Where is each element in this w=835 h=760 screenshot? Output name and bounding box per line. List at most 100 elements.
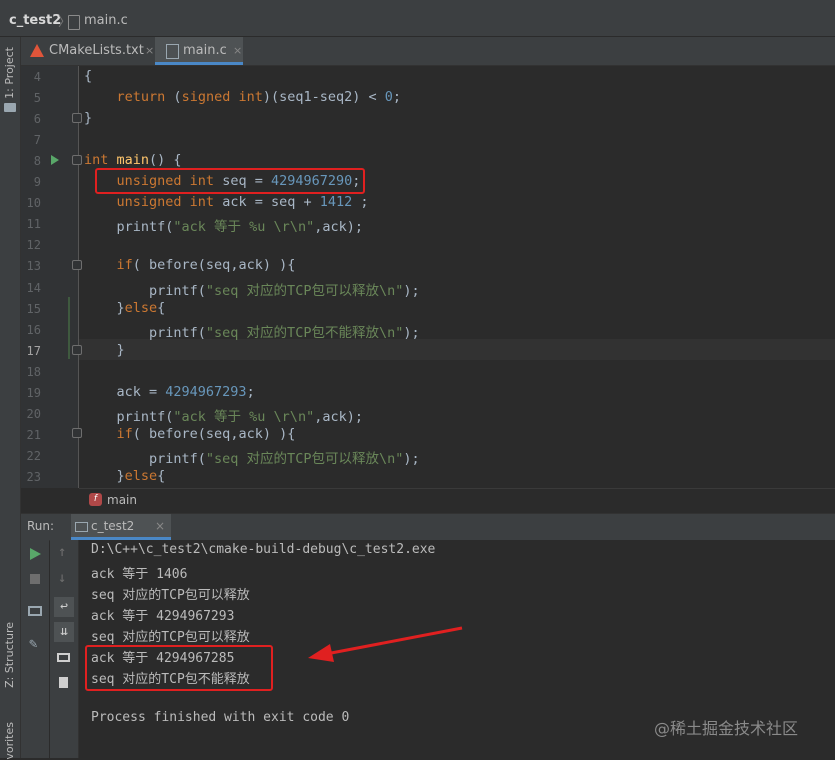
current-line-highlight xyxy=(79,339,835,360)
code-token: ; xyxy=(246,383,255,400)
fold-marker-icon[interactable] xyxy=(72,155,82,165)
line-number: 11 xyxy=(26,217,41,232)
line-number: 5 xyxy=(33,91,41,106)
tab-label: main.c xyxy=(183,43,227,58)
fold-marker-icon[interactable] xyxy=(72,345,82,355)
change-marker xyxy=(68,297,70,359)
code-line: int main() { xyxy=(84,152,182,168)
console-icon xyxy=(75,522,88,532)
code-line: return (signed int)(seq1-seq2) < 0; xyxy=(84,89,402,106)
rerun-icon[interactable] xyxy=(30,548,41,560)
line-number: 16 xyxy=(26,322,41,337)
code-token: int xyxy=(84,152,109,169)
code-token: } xyxy=(84,341,125,358)
code-token: ack = seq + xyxy=(214,194,320,211)
function-breadcrumb[interactable]: f main xyxy=(79,488,835,513)
console-line: Process finished with exit code 0 xyxy=(91,710,350,725)
line-number: 13 xyxy=(26,259,41,274)
line-number: 8 xyxy=(33,154,41,169)
annotation-arrow-icon xyxy=(308,626,463,662)
fold-marker-icon[interactable] xyxy=(72,260,82,270)
close-icon[interactable]: × xyxy=(155,519,165,533)
code-token: 1412 xyxy=(319,194,353,211)
close-icon[interactable]: × xyxy=(145,37,154,65)
left-tool-strip: 1: Project Z: Structure vorites xyxy=(0,37,21,760)
tab-cmakelists[interactable]: CMakeLists.txt × xyxy=(21,37,154,65)
arrow-up-icon[interactable]: ↑ xyxy=(58,544,66,560)
console-line: seq 对应的TCP包可以释放 xyxy=(91,588,250,603)
line-number: 18 xyxy=(26,364,41,379)
soft-wrap-icon[interactable]: ↩ xyxy=(54,597,74,617)
code-token: } xyxy=(84,299,125,316)
code-line: if( before(seq,ack) ){ xyxy=(84,257,296,274)
code-line: { xyxy=(84,68,92,84)
code-token: printf( xyxy=(84,282,206,299)
editor-tab-bar: CMakeLists.txt × main.c × xyxy=(21,37,835,66)
arrow-down-icon[interactable]: ↓ xyxy=(58,570,66,586)
line-number: 22 xyxy=(26,448,41,463)
layout-icon[interactable] xyxy=(28,606,42,616)
code-token: main xyxy=(116,152,150,169)
code-token: printf( xyxy=(84,324,206,341)
code-token: ,ack); xyxy=(314,408,363,425)
code-token: return xyxy=(116,89,166,106)
code-line: }else{ xyxy=(84,467,166,484)
trash-icon[interactable] xyxy=(59,677,68,688)
code-token: )(seq1-seq2) < xyxy=(262,89,385,106)
code-token: unsigned int xyxy=(116,194,215,211)
code-line: printf("ack 等于 %u \r\n",ack); xyxy=(84,405,363,425)
folder-icon xyxy=(4,103,16,112)
run-tab-c-test2[interactable]: c_test2 × xyxy=(71,514,171,540)
code-token: "seq 对应的TCP包可以释放\n" xyxy=(205,450,404,467)
editor-gutter xyxy=(21,66,79,488)
code-token: } xyxy=(84,110,93,127)
code-token: } xyxy=(84,467,125,484)
fold-marker-icon[interactable] xyxy=(72,113,82,123)
line-number: 12 xyxy=(26,238,41,253)
code-token: signed int xyxy=(181,89,263,106)
line-number: 21 xyxy=(26,427,41,442)
tab-main-c[interactable]: main.c × xyxy=(155,37,243,65)
structure-tool-button[interactable]: Z: Structure xyxy=(3,622,16,688)
code-token: () { xyxy=(149,152,182,169)
close-icon[interactable]: × xyxy=(233,37,242,65)
pin-icon[interactable]: ✎ xyxy=(29,636,37,652)
project-tool-button[interactable]: 1: Project xyxy=(3,47,16,99)
favorites-tool-button[interactable]: vorites xyxy=(3,722,16,760)
navigation-bar: c_test2 〉 main.c xyxy=(0,6,835,37)
code-token: ); xyxy=(403,324,420,341)
file-icon xyxy=(68,15,80,30)
print-icon[interactable] xyxy=(57,653,70,662)
breadcrumb-project[interactable]: c_test2 xyxy=(9,13,61,28)
breadcrumb-file[interactable]: main.c xyxy=(84,13,128,28)
code-line: printf("seq 对应的TCP包不能释放\n"); xyxy=(84,321,420,341)
code-line: printf("ack 等于 %u \r\n",ack); xyxy=(84,215,363,235)
code-token: "seq 对应的TCP包可以释放\n" xyxy=(205,282,404,299)
code-token: if xyxy=(116,425,133,442)
fold-marker-icon[interactable] xyxy=(72,428,82,438)
code-token: "ack 等于 %u \r\n" xyxy=(173,408,315,425)
code-token: { xyxy=(84,68,93,84)
cmake-icon xyxy=(30,44,44,57)
run-tool-header: Run: c_test2 × xyxy=(21,513,835,541)
stop-icon[interactable] xyxy=(30,574,40,584)
function-name: main xyxy=(107,493,137,507)
code-line: printf("seq 对应的TCP包可以释放\n"); xyxy=(84,447,420,467)
code-token: printf( xyxy=(84,408,174,425)
code-token: else xyxy=(124,467,158,484)
code-token: else xyxy=(124,299,158,316)
run-toolbar-secondary: ↑ ↓ ↩ ⇊ xyxy=(50,540,79,758)
run-gutter-icon[interactable] xyxy=(51,155,59,165)
console-line: ack 等于 4294967293 xyxy=(91,609,235,624)
line-number: 4 xyxy=(33,70,41,84)
code-line: ack = 4294967293; xyxy=(84,384,255,400)
line-number: 23 xyxy=(26,469,41,484)
code-token: ( xyxy=(165,89,182,106)
scroll-to-end-icon[interactable]: ⇊ xyxy=(54,622,74,642)
code-token: "ack 等于 %u \r\n" xyxy=(173,219,315,236)
code-token: "seq 对应的TCP包不能释放\n" xyxy=(205,324,404,341)
code-token: ( before(seq,ack) ){ xyxy=(132,257,296,274)
code-token: if xyxy=(116,257,133,274)
